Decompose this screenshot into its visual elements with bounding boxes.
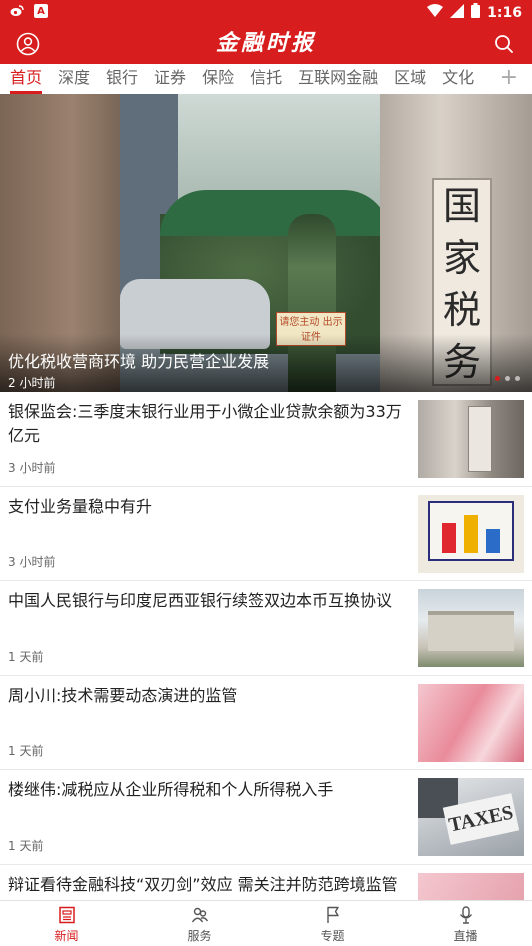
nav-news-label: 新闻 [54, 929, 79, 943]
news-title: 楼继伟:减税应从企业所得税和个人所得税入手 [8, 780, 334, 799]
news-time: 3 小时前 [8, 555, 56, 569]
news-thumbnail [418, 872, 524, 900]
search-button[interactable] [492, 32, 516, 56]
news-time: 1 天前 [8, 744, 44, 758]
news-thumbnail [418, 683, 524, 762]
add-tab-button[interactable]: + [500, 64, 518, 94]
news-list: 银保监会:三季度末银行业用于小微企业贷款余额为33万亿元 3 小时前 支付业务量… [0, 392, 532, 900]
news-time: 1 天前 [8, 649, 44, 664]
news-time: 3 小时前 [8, 460, 56, 475]
nav-live-label: 直播 [453, 929, 478, 943]
service-icon [191, 907, 208, 923]
tab-insurance[interactable]: 保险 [202, 64, 234, 94]
tab-securities[interactable]: 证券 [154, 64, 186, 94]
status-left: A [10, 4, 48, 18]
tab-region[interactable]: 区域 [394, 64, 426, 94]
tab-depth[interactable]: 深度 [58, 64, 90, 94]
tab-culture[interactable]: 文化 [442, 64, 474, 94]
nav-service[interactable]: 服务 [133, 901, 266, 946]
news-item[interactable]: 支付业务量稳中有升 3 小时前 [0, 487, 532, 581]
app-title: 金融时报 [215, 30, 316, 56]
bottom-nav: 新闻 服务 专题 直播 [0, 900, 532, 946]
news-item[interactable]: 周小川:技术需要动态演进的监管 1 天前 [0, 676, 532, 770]
signal-icon [450, 3, 465, 22]
nav-live[interactable]: 直播 [399, 901, 532, 946]
nav-topic-label: 专题 [320, 929, 345, 943]
tab-bank[interactable]: 银行 [106, 64, 138, 94]
nav-topic[interactable]: 专题 [266, 901, 399, 946]
battery-icon [471, 3, 481, 22]
microphone-icon [459, 906, 472, 924]
carousel-dot [495, 376, 500, 381]
news-item[interactable]: 中国人民银行与印度尼西亚银行续签双边本币互换协议 1 天前 [0, 581, 532, 676]
status-bar: A 1:16 [0, 0, 532, 24]
carousel-dot [505, 376, 510, 381]
nav-news[interactable]: 新闻 [0, 901, 133, 946]
news-item[interactable]: 银保监会:三季度末银行业用于小微企业贷款余额为33万亿元 3 小时前 [0, 392, 532, 487]
status-time: 1:16 [487, 4, 522, 21]
weibo-icon [10, 4, 24, 18]
news-thumbnail [418, 400, 524, 478]
news-title: 周小川:技术需要动态演进的监管 [8, 685, 238, 705]
flag-icon [326, 906, 339, 923]
news-title: 支付业务量稳中有升 [8, 496, 153, 516]
hero-time: 2 小时前 [8, 376, 56, 390]
news-icon [58, 906, 75, 924]
news-title: 中国人民银行与印度尼西亚银行续签双边本币互换协议 [8, 591, 393, 610]
search-icon [495, 35, 513, 53]
news-item[interactable]: 楼继伟:减税应从企业所得税和个人所得税入手 1 天前 TAXES [0, 770, 532, 865]
news-title: 银保监会:三季度末银行业用于小微企业贷款余额为33万亿元 [8, 402, 402, 445]
news-time: 1 天前 [8, 838, 44, 853]
hero-title: 优化税收营商环境 助力民营企业发展 [8, 352, 270, 371]
news-title: 辩证看待金融科技“双刃剑”效应 需关注并防范跨境监管 [8, 874, 398, 894]
carousel-indicator [495, 376, 520, 381]
news-thumbnail: TAXES [418, 778, 524, 856]
carousel-dot [515, 376, 520, 381]
news-item[interactable]: 辩证看待金融科技“双刃剑”效应 需关注并防范跨境监管 [0, 865, 532, 900]
news-thumbnail [418, 589, 524, 667]
tab-internet-finance[interactable]: 互联网金融 [298, 64, 378, 94]
hero-image-umbrella [160, 190, 390, 236]
app-a-icon: A [34, 4, 48, 18]
news-thumbnail [418, 494, 524, 573]
category-tabs: 首页 深度 银行 证券 保险 信托 互联网金融 区域 文化 + [0, 64, 532, 94]
hero-carousel[interactable]: 国 家 税 务 请您主动 出示证件 优化税收营商环境 助力民营企业发展 2 小时… [0, 94, 532, 392]
wifi-icon [427, 3, 444, 22]
app-header: 金融时报 [0, 24, 532, 64]
tab-trust[interactable]: 信托 [250, 64, 282, 94]
tab-home[interactable]: 首页 [10, 64, 43, 94]
nav-service-label: 服务 [187, 929, 212, 943]
status-right: 1:16 [427, 3, 522, 22]
